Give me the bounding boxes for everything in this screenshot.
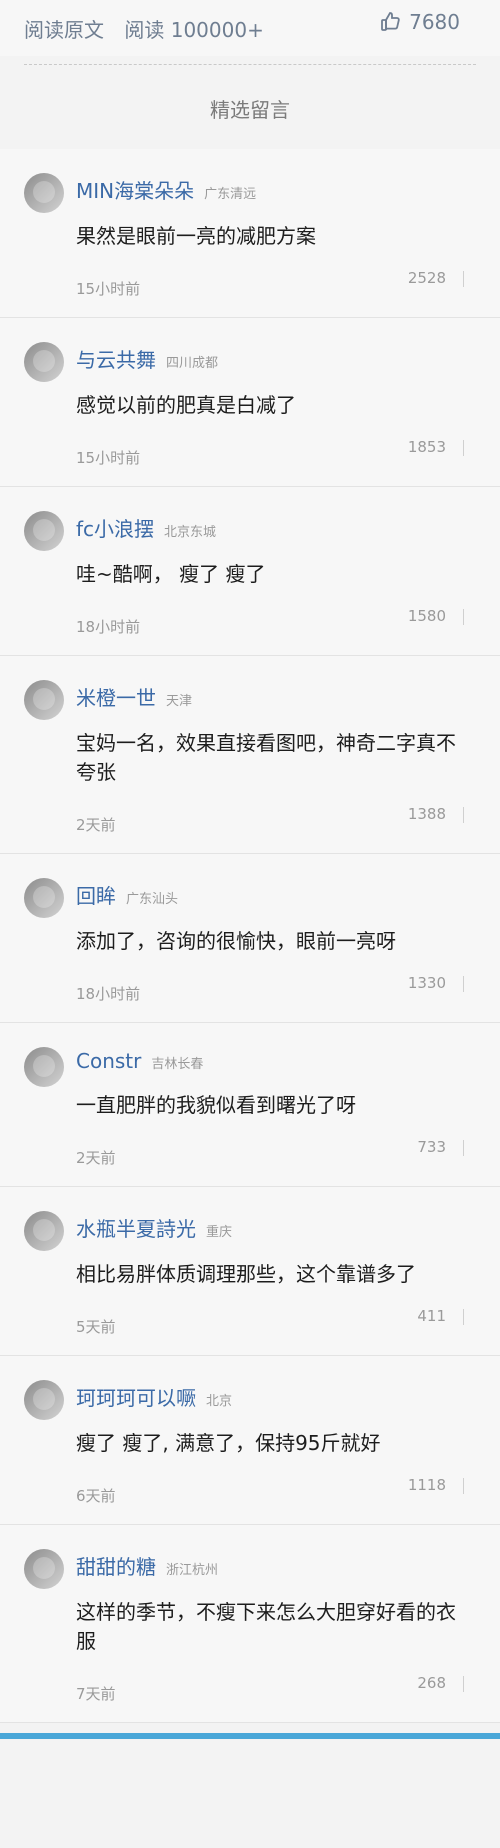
comment-time: 6天前 [76,1487,116,1505]
thumb-up-icon [381,12,400,31]
comment-header: fc小浪摆 北京东城 [76,513,476,542]
comment-item: 珂珂珂可以噘 北京瘦了 瘦了, 满意了，保持95斤就好 6天前 1118 [0,1356,500,1525]
comment-location: 四川成都 [166,356,219,371]
comment-author[interactable]: 珂珂珂可以噘 [76,1382,196,1411]
comment-time: 5天前 [76,1318,116,1336]
dashed-divider [0,56,500,74]
comment-author[interactable]: Constr [76,1049,141,1073]
comment-header: 回眸 广东汕头 [76,880,476,909]
comment-item: 水瓶半夏詩光 重庆相比易胖体质调理那些，这个靠谱多了 5天前 411 [0,1187,500,1356]
comment-like-count[interactable]: 411 [417,1307,464,1325]
comment-like-count[interactable]: 733 [417,1138,464,1156]
comment-text: 瘦了 瘦了, 满意了，保持95斤就好 [76,1431,381,1455]
avatar[interactable] [24,342,64,382]
avatar[interactable] [24,1549,64,1589]
comment-time: 2天前 [76,1149,116,1167]
like-count: 7680 [409,10,460,34]
comment-footer: 2天前 1388 [76,805,476,835]
comment-item: 与云共舞 四川成都感觉以前的肥真是白减了 15小时前 1853 [0,318,500,487]
comment-header: MIN海棠朵朵 广东清远 [76,175,476,204]
comment-text: 感觉以前的肥真是白减了 [76,393,296,417]
bottom-bar [0,1733,500,1739]
comment-text: 添加了，咨询的很愉快，眼前一亮呀 [76,929,396,953]
comment-footer: 2天前 733 [76,1138,476,1168]
comment-list: MIN海棠朵朵 广东清远果然是眼前一亮的减肥方案 15小时前 2528 与云共舞 四川成都… [0,149,500,1723]
avatar[interactable] [24,173,64,213]
comment-location: 天津 [166,694,193,709]
comment-footer: 18小时前 1330 [76,974,476,1004]
comment-header: 珂珂珂可以噘 北京 [76,1382,476,1411]
comment-header: 水瓶半夏詩光 重庆 [76,1213,476,1242]
comment-item: 回眸 广东汕头添加了，咨询的很愉快，眼前一亮呀 18小时前 1330 [0,854,500,1023]
comment-author[interactable]: fc小浪摆 [76,513,154,542]
comment-footer: 6天前 1118 [76,1476,476,1506]
comment-time: 18小时前 [76,618,141,636]
comment-footer: 15小时前 2528 [76,269,476,299]
comment-location: 重庆 [206,1225,233,1240]
comment-time: 18小时前 [76,985,141,1003]
comment-location: 广东清远 [204,187,257,202]
like-button[interactable]: 7680 [379,10,460,34]
read-original-link[interactable]: 阅读原文 [24,18,104,42]
comment-author[interactable]: 水瓶半夏詩光 [76,1213,196,1242]
comment-time: 15小时前 [76,280,141,298]
comment-like-count[interactable]: 1388 [408,805,465,823]
comment-like-count[interactable]: 1330 [408,974,465,992]
avatar[interactable] [24,1047,64,1087]
comment-header: 甜甜的糖 浙江杭州 [76,1551,476,1580]
article-stats-bar: 阅读原文 阅读 100000+ 7680 [0,0,500,56]
comment-location: 吉林长春 [151,1057,204,1072]
comment-author[interactable]: 回眸 [76,880,116,909]
comment-location: 浙江杭州 [166,1563,219,1578]
comment-footer: 5天前 411 [76,1307,476,1337]
avatar[interactable] [24,680,64,720]
comment-author[interactable]: MIN海棠朵朵 [76,175,194,204]
comment-location: 北京东城 [164,525,217,540]
comment-footer: 15小时前 1853 [76,438,476,468]
comment-author[interactable]: 米橙一世 [76,682,156,711]
comment-like-count[interactable]: 2528 [408,269,465,287]
comment-item: fc小浪摆 北京东城哇~酷啊， 瘦了 瘦了 18小时前 1580 [0,487,500,656]
avatar[interactable] [24,1380,64,1420]
comment-like-count[interactable]: 1580 [408,607,465,625]
comment-footer: 18小时前 1580 [76,607,476,637]
comment-location: 北京 [206,1394,233,1409]
comment-footer: 7天前 268 [76,1674,476,1704]
comment-item: 甜甜的糖 浙江杭州这样的季节，不瘦下来怎么大胆穿好看的衣服 7天前 268 [0,1525,500,1723]
comment-text: 果然是眼前一亮的减肥方案 [76,224,316,248]
comment-time: 15小时前 [76,449,141,467]
read-info: 阅读原文 阅读 100000+ [24,14,278,43]
comment-like-count[interactable]: 1853 [408,438,465,456]
comment-text: 哇~酷啊， 瘦了 瘦了 [76,562,266,586]
comment-item: Constr 吉林长春一直肥胖的我貌似看到曙光了呀 2天前 733 [0,1023,500,1187]
comment-item: 米橙一世 天津宝妈一名，效果直接看图吧，神奇二字真不夸张 2天前 1388 [0,656,500,854]
avatar[interactable] [24,878,64,918]
avatar[interactable] [24,1211,64,1251]
comment-author[interactable]: 与云共舞 [76,344,156,373]
section-title: 精选留言 [210,98,290,122]
comment-header: Constr 吉林长春 [76,1049,476,1073]
comment-time: 2天前 [76,816,116,834]
comment-header: 米橙一世 天津 [76,682,476,711]
comment-text: 一直肥胖的我貌似看到曙光了呀 [76,1093,356,1117]
avatar[interactable] [24,511,64,551]
comment-text: 相比易胖体质调理那些，这个靠谱多了 [76,1262,416,1286]
comment-header: 与云共舞 四川成都 [76,344,476,373]
comment-item: MIN海棠朵朵 广东清远果然是眼前一亮的减肥方案 15小时前 2528 [0,149,500,318]
comment-author[interactable]: 甜甜的糖 [76,1551,156,1580]
comment-time: 7天前 [76,1685,116,1703]
comment-like-count[interactable]: 1118 [408,1476,465,1494]
comment-text: 宝妈一名，效果直接看图吧，神奇二字真不夸张 [76,731,456,784]
comment-like-count[interactable]: 268 [417,1674,464,1692]
read-count: 阅读 100000+ [124,18,264,42]
comment-text: 这样的季节，不瘦下来怎么大胆穿好看的衣服 [76,1600,456,1653]
comment-location: 广东汕头 [126,892,179,907]
